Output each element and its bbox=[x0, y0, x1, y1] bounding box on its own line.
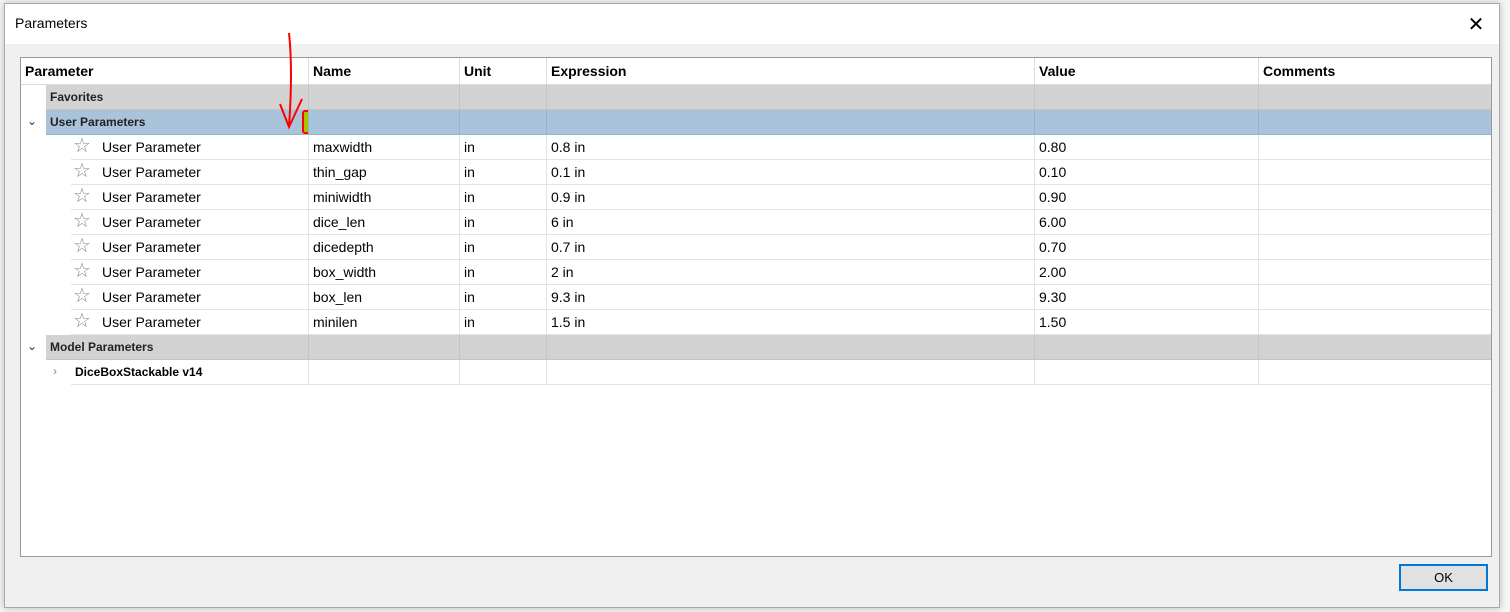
cell-expr[interactable]: 0.8 in bbox=[551, 139, 585, 155]
ok-button[interactable]: OK bbox=[1399, 564, 1488, 591]
cell-expr[interactable]: 6 in bbox=[551, 214, 574, 230]
group-favorites[interactable]: Favorites bbox=[46, 85, 1491, 110]
star-favorite-icon[interactable]: ☆ bbox=[73, 185, 91, 208]
col-unit[interactable]: Unit bbox=[460, 58, 547, 85]
chevron-right-icon[interactable]: › bbox=[53, 364, 57, 378]
cell-name[interactable]: maxwidth bbox=[313, 139, 372, 155]
col-name[interactable]: Name bbox=[309, 58, 460, 85]
group-user-parameters[interactable]: User Parameters + bbox=[46, 110, 1491, 135]
group-model-parameters[interactable]: Model Parameters bbox=[46, 335, 1491, 360]
table-row[interactable]: ☆ User Parameter box_width in 2 in 2.00 bbox=[71, 260, 1491, 285]
chevron-down-icon[interactable]: ⌄ bbox=[27, 114, 37, 128]
cell-name[interactable]: minilen bbox=[313, 314, 357, 330]
col-value[interactable]: Value bbox=[1035, 58, 1259, 85]
model-parameters-label: Model Parameters bbox=[46, 335, 309, 360]
table-row[interactable]: ☆ User Parameter box_len in 9.3 in 9.30 bbox=[71, 285, 1491, 310]
cell-unit: in bbox=[464, 264, 475, 280]
cell-param: User Parameter bbox=[102, 139, 201, 155]
cell-value: 0.80 bbox=[1039, 139, 1067, 155]
cell-param: User Parameter bbox=[102, 289, 201, 305]
cell-name[interactable]: miniwidth bbox=[313, 189, 371, 205]
chevron-down-icon[interactable]: ⌄ bbox=[27, 339, 37, 353]
table-header: Parameter Name Unit Expression Value Com… bbox=[21, 58, 1491, 85]
table-row[interactable]: ☆ User Parameter maxwidth in 0.8 in 0.80 bbox=[71, 135, 1491, 160]
cell-name[interactable]: thin_gap bbox=[313, 164, 367, 180]
cell-name[interactable]: dicedepth bbox=[313, 239, 374, 255]
table-row[interactable]: ☆ User Parameter minilen in 1.5 in 1.50 bbox=[71, 310, 1491, 335]
add-parameter-button[interactable]: + bbox=[302, 110, 308, 134]
cell-unit: in bbox=[464, 314, 475, 330]
star-favorite-icon[interactable]: ☆ bbox=[73, 210, 91, 233]
star-favorite-icon[interactable]: ☆ bbox=[73, 160, 91, 183]
cell-param: User Parameter bbox=[102, 264, 201, 280]
cell-unit: in bbox=[464, 239, 475, 255]
cell-expr[interactable]: 0.1 in bbox=[551, 164, 585, 180]
cell-value: 0.10 bbox=[1039, 164, 1067, 180]
cell-unit: in bbox=[464, 214, 475, 230]
cell-unit: in bbox=[464, 189, 475, 205]
table-row[interactable]: ☆ User Parameter dice_len in 6 in 6.00 bbox=[71, 210, 1491, 235]
favorites-label: Favorites bbox=[46, 85, 309, 110]
cell-name[interactable]: dice_len bbox=[313, 214, 365, 230]
col-parameter[interactable]: Parameter bbox=[21, 58, 309, 85]
star-favorite-icon[interactable]: ☆ bbox=[73, 235, 91, 258]
cell-param: User Parameter bbox=[102, 189, 201, 205]
cell-expr[interactable]: 0.9 in bbox=[551, 189, 585, 205]
cell-unit: in bbox=[464, 164, 475, 180]
title-bar: Parameters ✕ bbox=[5, 4, 1499, 44]
cell-expr[interactable]: 9.3 in bbox=[551, 289, 585, 305]
cell-value: 9.30 bbox=[1039, 289, 1067, 305]
parameters-table: Parameter Name Unit Expression Value Com… bbox=[20, 57, 1492, 557]
table-row[interactable]: ☆ User Parameter thin_gap in 0.1 in 0.10 bbox=[71, 160, 1491, 185]
cell-value: 2.00 bbox=[1039, 264, 1067, 280]
cell-expr[interactable]: 1.5 in bbox=[551, 314, 585, 330]
cell-name[interactable]: box_len bbox=[313, 289, 362, 305]
cell-expr[interactable]: 0.7 in bbox=[551, 239, 585, 255]
close-icon[interactable]: ✕ bbox=[1461, 10, 1491, 38]
star-favorite-icon[interactable]: ☆ bbox=[73, 260, 91, 283]
table-row[interactable]: ☆ User Parameter miniwidth in 0.9 in 0.90 bbox=[71, 185, 1491, 210]
cell-param: User Parameter bbox=[102, 164, 201, 180]
parameters-dialog: Parameters ✕ Parameter Name Unit Express… bbox=[4, 3, 1500, 608]
col-expression[interactable]: Expression bbox=[547, 58, 1035, 85]
cell-name[interactable]: box_width bbox=[313, 264, 376, 280]
star-favorite-icon[interactable]: ☆ bbox=[73, 285, 91, 308]
cell-param: User Parameter bbox=[102, 239, 201, 255]
table-row[interactable]: ☆ User Parameter dicedepth in 0.7 in 0.70 bbox=[71, 235, 1491, 260]
cell-value: 1.50 bbox=[1039, 314, 1067, 330]
cell-param: User Parameter bbox=[102, 314, 201, 330]
dialog-title: Parameters bbox=[15, 15, 88, 31]
cell-unit: in bbox=[464, 139, 475, 155]
cell-value: 6.00 bbox=[1039, 214, 1067, 230]
user-parameters-label: User Parameters bbox=[50, 115, 146, 129]
cell-value: 0.70 bbox=[1039, 239, 1067, 255]
cell-param: User Parameter bbox=[102, 214, 201, 230]
cell-expr[interactable]: 2 in bbox=[551, 264, 574, 280]
cell-value: 0.90 bbox=[1039, 189, 1067, 205]
model-component-label: DiceBoxStackable v14 bbox=[71, 360, 309, 385]
cell-unit: in bbox=[464, 289, 475, 305]
col-comments[interactable]: Comments bbox=[1259, 58, 1491, 85]
star-favorite-icon[interactable]: ☆ bbox=[73, 310, 91, 333]
star-favorite-icon[interactable]: ☆ bbox=[73, 135, 91, 158]
model-component-row[interactable]: DiceBoxStackable v14 bbox=[71, 360, 1491, 385]
